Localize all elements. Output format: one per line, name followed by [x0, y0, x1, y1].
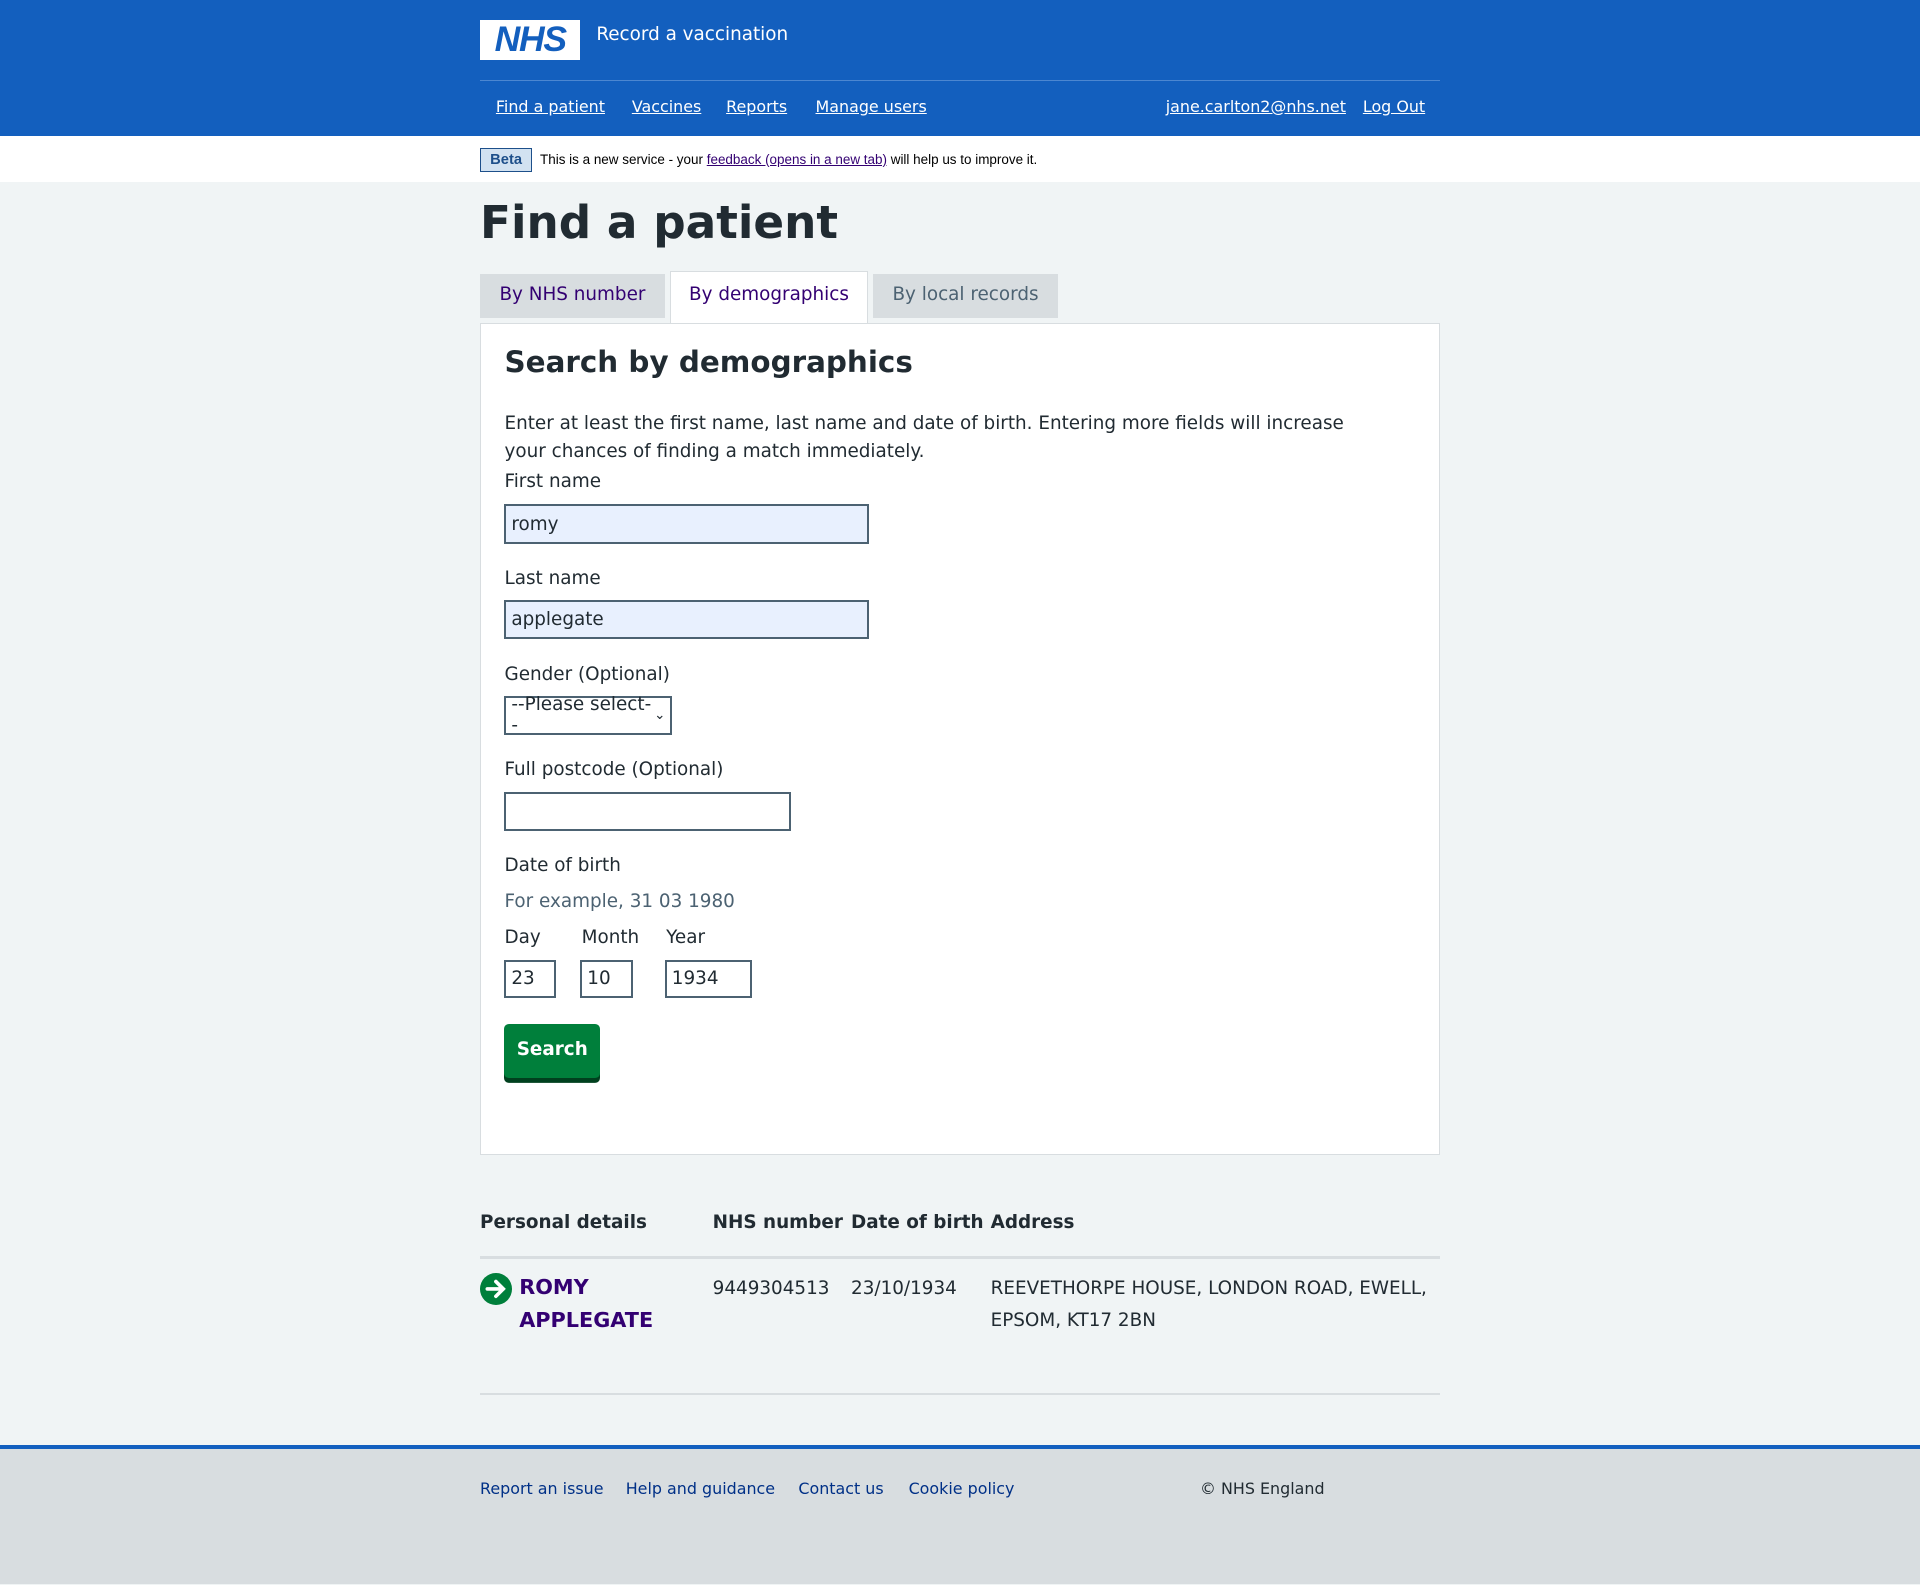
- dob-year-input[interactable]: 1934: [664, 960, 752, 998]
- footer-report-issue[interactable]: Report an issue: [480, 1479, 604, 1498]
- form-heading: Search by demographics: [504, 345, 913, 380]
- tab-by-local-records[interactable]: By local records: [873, 274, 1058, 319]
- header-divider: [480, 79, 1440, 81]
- beta-text-after: will help us to improve it.: [886, 151, 1038, 167]
- feedback-link[interactable]: feedback (opens in a new tab): [707, 152, 887, 167]
- patient-nhs-number: 9449304513: [712, 1278, 830, 1300]
- header: [0, 0, 1920, 136]
- tab-by-nhs-number[interactable]: By NHS number: [480, 274, 665, 319]
- dob-label: Date of birth: [504, 854, 621, 876]
- col-address: Address: [990, 1212, 1075, 1234]
- col-date-of-birth: Date of birth: [851, 1212, 984, 1234]
- log-out-link[interactable]: Log Out: [1363, 97, 1425, 116]
- gender-label: Gender (Optional): [504, 663, 670, 685]
- nav-vaccines[interactable]: Vaccines: [632, 97, 701, 116]
- dob-day-input[interactable]: 23: [504, 960, 556, 998]
- patient-name-link[interactable]: ROMY APPLEGATE: [519, 1271, 703, 1337]
- search-button[interactable]: Search: [504, 1023, 600, 1078]
- arrow-right-circle-icon[interactable]: [480, 1273, 512, 1306]
- last-name-label: Last name: [504, 568, 601, 590]
- page-title: Find a patient: [480, 195, 839, 249]
- col-nhs-number: NHS number: [712, 1212, 843, 1234]
- gender-select-value: --Please select--: [511, 694, 652, 737]
- tab-by-demographics[interactable]: By demographics: [669, 270, 869, 324]
- chevron-down-icon: ⌄: [654, 707, 666, 723]
- table-header-divider: [480, 1256, 1440, 1259]
- postcode-label: Full postcode (Optional): [504, 759, 724, 781]
- beta-text-before: This is a new service - your: [540, 151, 707, 167]
- nhs-logo[interactable]: NHS: [480, 19, 581, 60]
- footer-cookie-policy[interactable]: Cookie policy: [909, 1479, 1015, 1498]
- nav-manage-users[interactable]: Manage users: [816, 97, 927, 116]
- footer-help-guidance[interactable]: Help and guidance: [626, 1479, 775, 1498]
- footer-contact-us[interactable]: Contact us: [798, 1479, 883, 1498]
- nav-reports[interactable]: Reports: [726, 97, 787, 116]
- postcode-input[interactable]: [504, 792, 792, 832]
- footer: [0, 1444, 1920, 1585]
- gender-select[interactable]: --Please select-- ⌄: [504, 694, 673, 737]
- month-label: Month: [581, 926, 640, 948]
- patient-dob: 23/10/1934: [851, 1278, 957, 1300]
- col-personal-details: Personal details: [480, 1212, 647, 1234]
- patient-address: REEVETHORPE HOUSE, LONDON ROAD, EWELL, E…: [990, 1278, 1427, 1332]
- dob-hint: For example, 31 03 1980: [504, 891, 735, 913]
- footer-copyright: © NHS England: [1200, 1479, 1325, 1499]
- day-label: Day: [504, 926, 541, 948]
- dob-month-input[interactable]: 10: [580, 960, 634, 998]
- first-name-input[interactable]: romy: [504, 504, 870, 544]
- last-name-input[interactable]: applegate: [504, 600, 870, 640]
- first-name-label: First name: [504, 471, 602, 493]
- table-bottom-divider: [480, 1393, 1440, 1395]
- form-intro: Enter at least the first name, last name…: [504, 413, 1344, 463]
- nav-find-a-patient[interactable]: Find a patient: [496, 97, 605, 116]
- service-name[interactable]: Record a vaccination: [596, 24, 788, 45]
- year-label: Year: [666, 926, 705, 948]
- beta-tag: Beta: [480, 148, 533, 173]
- user-email-link[interactable]: jane.carlton2@nhs.net: [1166, 97, 1346, 116]
- beta-text: This is a new service - your feedback (o…: [540, 152, 1037, 167]
